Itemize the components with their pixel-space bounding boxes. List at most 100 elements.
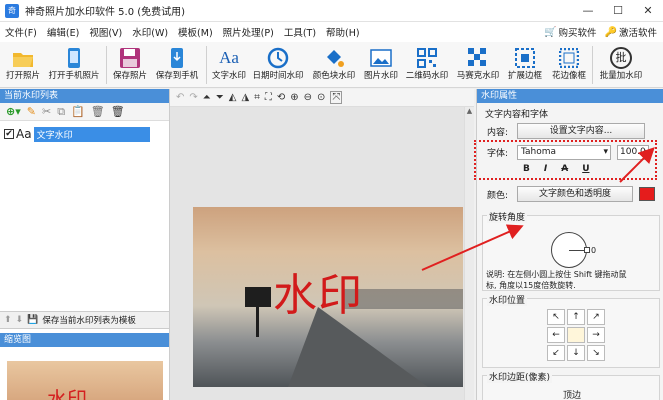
- save-as-template-button[interactable]: 保存当前水印列表为模板: [42, 314, 136, 326]
- photo-preview[interactable]: 水印: [193, 207, 463, 387]
- delete-icon[interactable]: 🗑: [91, 105, 105, 118]
- set-text-content-button[interactable]: 设置文字内容...: [517, 123, 645, 139]
- menu-view[interactable]: 视图(V): [84, 25, 127, 39]
- paste-icon[interactable]: 📋: [71, 105, 85, 118]
- rotation-value: 0: [591, 246, 597, 255]
- undo-icon[interactable]: ↶: [176, 92, 184, 103]
- photo-road-sign: [245, 287, 271, 307]
- open-phone-photo-button[interactable]: 打开手机照片: [46, 46, 102, 86]
- menu-help[interactable]: 帮助(H): [321, 25, 365, 39]
- position-top-right[interactable]: ↗: [587, 309, 605, 325]
- lace-frame-button[interactable]: 花边像框: [548, 46, 590, 86]
- text-watermark-button[interactable]: Aa 文字水印: [209, 46, 249, 86]
- rotation-hint-line-2: 标, 角度以15度倍数旋转.: [486, 281, 576, 290]
- toolbar-separator: [592, 46, 593, 84]
- position-left[interactable]: ←: [547, 327, 565, 343]
- position-top[interactable]: ↑: [567, 309, 585, 325]
- maximize-button[interactable]: ☐: [603, 0, 633, 22]
- content-row: 内容: 设置文字内容...: [487, 123, 645, 139]
- thumbnail-watermark-text: 水印: [47, 387, 87, 400]
- rotation-hint-line-1: 说明: 在左侧小圆上按住 Shift 键拖动鼠: [486, 270, 627, 279]
- move-down-icon[interactable]: ⬇: [16, 315, 24, 325]
- position-bottom[interactable]: ↓: [567, 345, 585, 361]
- thumbnail-header: 缩览图: [0, 333, 169, 347]
- extend-border-button[interactable]: 扩展边框: [505, 46, 545, 86]
- image-watermark-button[interactable]: 图片水印: [361, 46, 401, 86]
- edit-pencil-icon[interactable]: ✎: [27, 105, 36, 118]
- text-watermark-icon: Aa: [16, 127, 32, 141]
- mosaic-watermark-button[interactable]: 马赛克水印: [455, 46, 501, 86]
- save-template-icon[interactable]: 💾: [27, 315, 38, 325]
- list-item[interactable]: ✔ Aa 文字水印: [4, 126, 154, 142]
- position-bottom-left[interactable]: ↙: [547, 345, 565, 361]
- text-watermark-icon: Aa: [219, 48, 239, 67]
- menu-watermark[interactable]: 水印(W): [127, 25, 173, 39]
- position-center[interactable]: [567, 327, 585, 343]
- move-up-icon[interactable]: ⬆: [4, 315, 12, 325]
- rotation-group: 旋转角度 0 说明: 在左侧小圆上按住 Shift 键拖动鼠 标, 角度以15度…: [482, 210, 660, 291]
- zoom-in-icon[interactable]: ⊕: [290, 92, 298, 103]
- crop-icon[interactable]: ⌗: [254, 92, 260, 103]
- position-right[interactable]: →: [587, 327, 605, 343]
- resize-icon[interactable]: ⛶: [265, 92, 272, 103]
- color-label: 颜色:: [487, 190, 509, 201]
- mirror-left-icon[interactable]: ◭: [229, 92, 237, 103]
- rotate-icon[interactable]: ⟲: [277, 92, 285, 103]
- watermark-item-label[interactable]: 文字水印: [33, 126, 150, 142]
- menu-tools[interactable]: 工具(T): [279, 25, 321, 39]
- photo-canvas: 水印: [170, 107, 474, 400]
- main-toolbar: 打开照片 打开手机照片 保存照片 保存到手机 Aa 文字水印 日期时间水印 颜色…: [0, 42, 663, 88]
- copy-icon[interactable]: ⧉: [57, 105, 65, 119]
- save-to-phone-button[interactable]: 保存到手机: [152, 46, 202, 86]
- folder-open-icon: [13, 53, 33, 67]
- toolbar-separator: [106, 46, 107, 84]
- font-highlight-box: [474, 140, 657, 180]
- cut-icon[interactable]: ✂: [42, 105, 51, 118]
- cart-icon: 🛒: [544, 26, 557, 38]
- menu-template[interactable]: 模板(M): [173, 25, 218, 39]
- watermark-checkbox[interactable]: ✔: [4, 129, 14, 139]
- color-block-watermark-button[interactable]: 颜色块水印: [310, 46, 358, 86]
- flip-horizontal-icon[interactable]: ⏷: [216, 92, 224, 103]
- position-top-left[interactable]: ↖: [547, 309, 565, 325]
- text-group-title: 文字内容和字体: [485, 110, 549, 120]
- close-button[interactable]: ✕: [633, 0, 663, 22]
- title-bar: 奇 神奇照片加水印软件 5.0 (免费试用) — ☐ ✕: [0, 0, 663, 22]
- datetime-watermark-button[interactable]: 日期时间水印: [250, 46, 306, 86]
- thumbnail-image[interactable]: 水印: [7, 361, 163, 400]
- scroll-up-icon[interactable]: ▲: [465, 107, 474, 115]
- watermark-text-overlay[interactable]: 水印: [273, 259, 363, 323]
- qrcode-icon: [417, 48, 437, 68]
- text-color-button[interactable]: 文字颜色和透明度: [517, 186, 633, 202]
- position-group-title: 水印位置: [487, 293, 528, 306]
- zoom-fit-icon[interactable]: ⊙: [317, 92, 325, 103]
- position-group: 水印位置 ↖ ↑ ↗ ← → ↙ ↓ ↘: [482, 293, 660, 368]
- canvas-vertical-scrollbar[interactable]: ▲: [464, 107, 474, 400]
- save-photo-button[interactable]: 保存照片: [110, 46, 150, 86]
- open-photo-button[interactable]: 打开照片: [4, 46, 42, 86]
- zoom-out-icon[interactable]: ⊖: [304, 92, 312, 103]
- add-icon[interactable]: ⊕▾: [6, 105, 21, 118]
- flip-vertical-icon[interactable]: ⏶: [203, 92, 211, 103]
- rotation-group-title: 旋转角度: [487, 210, 528, 223]
- minimize-button[interactable]: —: [573, 0, 603, 22]
- rotation-dial[interactable]: [551, 232, 590, 268]
- photo-sign-pole: [256, 307, 259, 337]
- position-bottom-right[interactable]: ↘: [587, 345, 605, 361]
- fullscreen-icon[interactable]: ⤧: [330, 91, 343, 104]
- phone-icon: [68, 48, 80, 68]
- trash-icon[interactable]: 🗑: [111, 105, 125, 118]
- menu-file[interactable]: 文件(F): [0, 25, 42, 39]
- menu-photo-processing[interactable]: 照片处理(P): [218, 25, 279, 39]
- buy-software-link[interactable]: 🛒 购买软件: [544, 25, 596, 40]
- activate-software-link[interactable]: 🔑 激活软件: [605, 25, 657, 40]
- batch-watermark-button[interactable]: 批 批量加水印: [596, 46, 646, 86]
- redo-icon[interactable]: ↷: [189, 92, 197, 103]
- mirror-right-icon[interactable]: ◮: [241, 92, 249, 103]
- rotation-dial-handle[interactable]: [584, 247, 590, 253]
- qrcode-watermark-button[interactable]: 二维码水印: [403, 46, 451, 86]
- thumbnail-area: 水印: [0, 347, 169, 400]
- menu-edit[interactable]: 编辑(E): [42, 25, 84, 39]
- color-row: 颜色: 文字颜色和透明度: [487, 186, 655, 202]
- color-swatch[interactable]: [639, 187, 655, 201]
